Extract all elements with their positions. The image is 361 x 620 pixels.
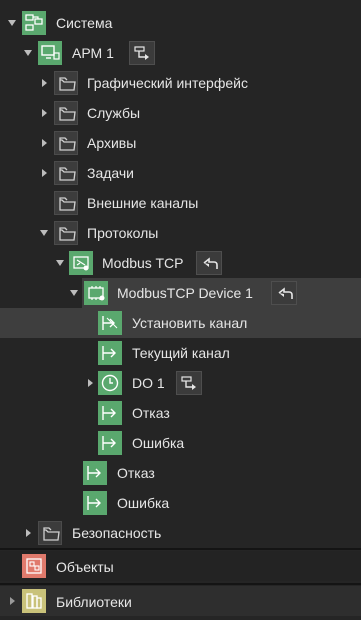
output-arrow-icon [98, 431, 122, 455]
chevron-right-icon[interactable] [6, 594, 18, 608]
tree-item-fail-outer[interactable]: Отказ [0, 458, 361, 488]
tree-item-security[interactable]: Безопасность [0, 518, 361, 548]
panel-libraries[interactable]: Библиотеки [0, 586, 361, 616]
output-arrow-icon [98, 341, 122, 365]
protocol-icon [69, 251, 93, 275]
tree-item-set-channel[interactable]: Установить канал [0, 308, 361, 338]
tree-item-error-inner[interactable]: Ошибка [0, 428, 361, 458]
panel-objects[interactable]: Объекты [0, 551, 361, 581]
tree-item-label: DO 1 [132, 375, 165, 391]
folder-icon [54, 221, 78, 245]
folder-icon [54, 131, 78, 155]
tree-item-label: ModbusTCP Device 1 [117, 285, 253, 301]
tree-item-label: Графический интерфейс [87, 75, 248, 91]
panel-divider [0, 548, 361, 550]
chevron-down-icon[interactable] [38, 226, 50, 240]
tree-item-external-channels[interactable]: Внешние каналы [0, 188, 361, 218]
tree-item-protocols[interactable]: Протоколы [0, 218, 361, 248]
folder-icon [54, 191, 78, 215]
tree-item-archives[interactable]: Архивы [0, 128, 361, 158]
clock-icon [98, 371, 122, 395]
tree-item-fail-inner[interactable]: Отказ [0, 398, 361, 428]
tree-item-label: АРМ 1 [72, 45, 114, 61]
objects-icon [22, 554, 46, 578]
tree-item-label: Протоколы [87, 225, 159, 241]
output-arrow-icon [98, 401, 122, 425]
tree-item-label: Архивы [87, 135, 137, 151]
chevron-down-icon[interactable] [6, 16, 18, 30]
system-icon [22, 11, 46, 35]
panel-label: Объекты [56, 559, 114, 575]
folder-icon [54, 161, 78, 185]
chevron-right-icon[interactable] [38, 106, 50, 120]
libraries-icon [22, 589, 46, 613]
chevron-down-icon[interactable] [68, 286, 80, 300]
chevron-right-icon[interactable] [38, 76, 50, 90]
output-arrow-icon [83, 491, 107, 515]
output-arrow-icon [83, 461, 107, 485]
tree-item-do1[interactable]: DO 1 [0, 368, 361, 398]
chevron-right-icon[interactable] [38, 166, 50, 180]
folder-icon [38, 521, 62, 545]
return-action-button[interactable] [271, 281, 297, 305]
connect-action-button[interactable] [176, 371, 202, 395]
tree-item-label: Текущий канал [132, 345, 230, 361]
tree-item-error-outer[interactable]: Ошибка [0, 488, 361, 518]
chevron-right-icon[interactable] [84, 376, 96, 390]
chevron-down-icon[interactable] [22, 46, 34, 60]
panel-label: Библиотеки [56, 594, 132, 610]
tree-item-tasks[interactable]: Задачи [0, 158, 361, 188]
tree-item-system[interactable]: Система [0, 8, 361, 38]
tree-item-label: Отказ [117, 465, 155, 481]
tree-item-label: Ошибка [117, 495, 170, 511]
panel-divider [0, 583, 361, 585]
tree-item-graphic[interactable]: Графический интерфейс [0, 68, 361, 98]
tree-item-label: Задачи [87, 165, 135, 181]
tree-item-label: Отказ [132, 405, 170, 421]
tree-item-label: Установить канал [132, 315, 248, 331]
chevron-right-icon[interactable] [38, 136, 50, 150]
tree-item-label: Ошибка [132, 435, 185, 451]
tree-item-label: Безопасность [72, 525, 162, 541]
workstation-icon [38, 41, 62, 65]
connect-action-button[interactable] [129, 41, 155, 65]
chevron-down-icon[interactable] [54, 256, 66, 270]
device-icon [84, 281, 108, 305]
chevron-right-icon[interactable] [22, 526, 34, 540]
tree-item-arm[interactable]: АРМ 1 [0, 38, 361, 68]
tree-item-modbus-tcp[interactable]: Modbus TCP [0, 248, 361, 278]
tree-item-services[interactable]: Службы [0, 98, 361, 128]
folder-icon [54, 71, 78, 95]
tree-item-current-channel[interactable]: Текущий канал [0, 338, 361, 368]
tree-item-modbus-device[interactable]: ModbusTCP Device 1 [0, 278, 361, 308]
folder-icon [54, 101, 78, 125]
action-arrow-icon [98, 311, 122, 335]
tree-item-label: Внешние каналы [87, 195, 199, 211]
tree-item-label: Службы [87, 105, 141, 121]
tree-item-label: Система [56, 15, 113, 31]
tree-item-label: Modbus TCP [102, 255, 184, 271]
return-action-button[interactable] [196, 251, 222, 275]
project-tree: Система АРМ 1 Графический интерфейс Служ… [0, 0, 361, 548]
